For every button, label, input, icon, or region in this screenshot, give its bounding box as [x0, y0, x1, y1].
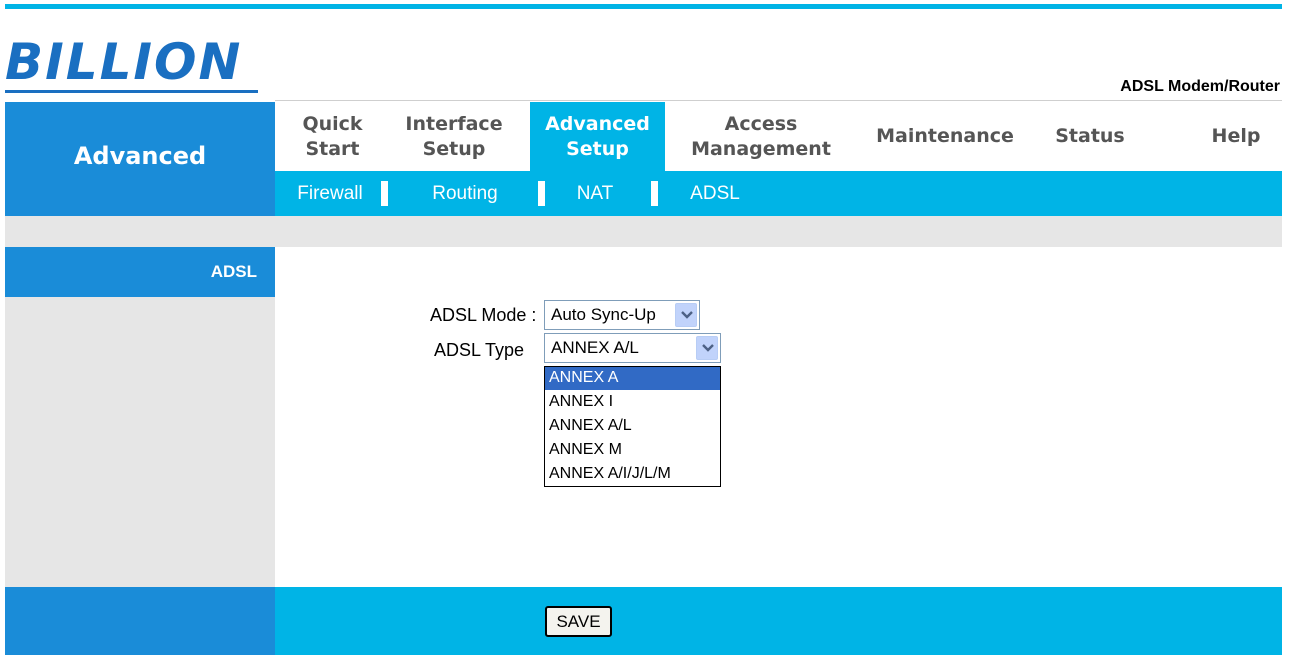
adsl-type-option[interactable]: ANNEX A/I/J/L/M — [545, 463, 720, 486]
adsl-type-value: ANNEX A/L — [551, 338, 639, 357]
header-divider — [275, 100, 1282, 101]
subnav-firewall[interactable]: Firewall — [285, 171, 375, 216]
subnav-separator — [538, 181, 545, 206]
section-title: Advanced — [73, 142, 207, 170]
nav-advanced-setup[interactable]: Advanced Setup — [530, 102, 665, 171]
chevron-down-icon[interactable] — [696, 336, 718, 360]
logo-text: BILLION — [5, 33, 243, 91]
subnav-adsl[interactable]: ADSL — [685, 171, 745, 216]
adsl-mode-value: Auto Sync-Up — [551, 305, 656, 324]
footer-left-bar — [5, 587, 275, 655]
adsl-type-option[interactable]: ANNEX A — [545, 367, 720, 390]
adsl-type-option[interactable]: ANNEX I — [545, 391, 720, 414]
sidebar-item-label: ADSL — [210, 262, 257, 281]
nav-maintenance[interactable]: Maintenance — [865, 102, 1025, 171]
billion-logo: BILLION — [5, 34, 258, 96]
adsl-type-select[interactable]: ANNEX A/L — [544, 333, 721, 363]
sidebar-item-adsl: ADSL — [5, 247, 275, 297]
nav-quick-start[interactable]: Quick Start — [275, 102, 390, 171]
save-button[interactable]: SAVE — [545, 606, 612, 637]
sub-nav: Firewall Routing NAT ADSL — [275, 171, 1282, 216]
adsl-type-option[interactable]: ANNEX A/L — [545, 415, 720, 438]
left-sidebar — [5, 247, 275, 587]
content-area — [275, 247, 1282, 587]
adsl-type-option[interactable]: ANNEX M — [545, 439, 720, 462]
footer-bar — [275, 587, 1282, 655]
top-accent-line — [5, 4, 1282, 9]
nav-access-management[interactable]: Access Management — [675, 102, 847, 171]
nav-status[interactable]: Status — [1040, 102, 1140, 171]
adsl-type-dropdown: ANNEX A ANNEX I ANNEX A/L ANNEX M ANNEX … — [544, 366, 721, 487]
logo-underline — [5, 90, 258, 93]
spacer-strip — [5, 216, 1282, 247]
adsl-type-label: ADSL Type — [434, 340, 525, 360]
adsl-mode-select[interactable]: Auto Sync-Up — [544, 300, 700, 330]
nav-interface-setup[interactable]: Interface Setup — [390, 102, 518, 171]
product-title: ADSL Modem/Router — [1120, 78, 1280, 95]
main-nav: Quick Start Interface Setup Advanced Set… — [275, 102, 1282, 171]
adsl-mode-label: ADSL Mode : — [430, 305, 537, 325]
subnav-nat[interactable]: NAT — [570, 171, 620, 216]
section-title-panel: Advanced — [5, 102, 275, 216]
subnav-separator — [381, 181, 388, 206]
subnav-routing[interactable]: Routing — [415, 171, 515, 216]
chevron-down-icon[interactable] — [675, 303, 697, 327]
nav-help[interactable]: Help — [1190, 102, 1282, 171]
subnav-separator — [651, 181, 658, 206]
